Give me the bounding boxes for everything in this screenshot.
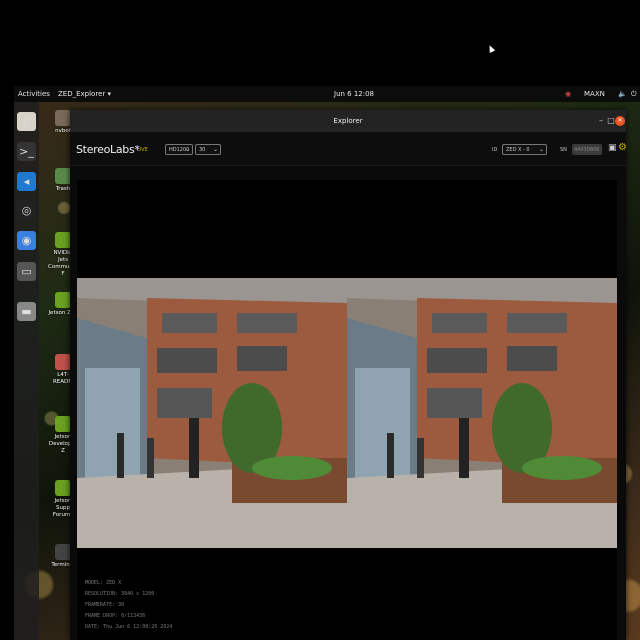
mouse-cursor (486, 44, 496, 53)
app-icon[interactable]: ▭ (17, 262, 36, 281)
nvidia-icon (55, 292, 71, 308)
resolution-text: RESOLUTION: 3840 x 1200 (85, 591, 155, 597)
framerate-text: FRAMERATE: 30 (85, 602, 125, 608)
app-menu[interactable]: ZED_Explorer ▾ (58, 90, 111, 98)
left-camera-image (77, 278, 347, 548)
terminal-icon[interactable]: >_ (17, 142, 36, 161)
minimize-button[interactable]: – (596, 116, 606, 126)
trash-icon (55, 168, 71, 184)
camera-select-value: ZED X - 0 (506, 147, 530, 153)
brand-logo: StereoLabs* (76, 143, 140, 156)
close-button[interactable]: × (615, 116, 625, 126)
video-view[interactable]: MODEL: ZED X RESOLUTION: 3840 x 1200 FRA… (77, 180, 617, 640)
system-status-icons[interactable]: 🔈 ⏻ (618, 90, 637, 99)
power-mode-indicator[interactable]: MAXN (584, 90, 605, 98)
home-folder-icon (55, 110, 71, 126)
serial-number-field: 44030806 (572, 144, 602, 155)
camera-info-panel: MODEL: ZED X RESOLUTION: 3840 x 1200 FRA… (85, 578, 172, 633)
resolution-select[interactable]: HD1200 ⌄ (165, 144, 193, 155)
window-title: Explorer (333, 117, 363, 125)
folder-icon (55, 354, 71, 370)
drive-icon[interactable]: ▬ (17, 302, 36, 321)
gear-icon[interactable]: ⚙ (618, 142, 627, 153)
activities-button[interactable]: Activities (18, 90, 50, 98)
nvidia-icon (55, 232, 71, 248)
clock[interactable]: Jun 6 12:08 (334, 90, 374, 98)
camera-icon[interactable]: ▣ (608, 143, 617, 153)
explorer-window: Explorer – □ × StereoLabs* LIVE HD1200 ⌄… (70, 110, 627, 640)
obs-icon[interactable]: ◎ (17, 201, 36, 220)
frame-drop-text: FRAME DROP: 0/113436 (85, 613, 146, 619)
files-icon[interactable]: ▯ (17, 112, 36, 131)
chevron-down-icon: ⌄ (212, 146, 218, 153)
nvidia-icon (55, 480, 71, 496)
date-text: DATE: Thu Jun 6 12:08:20 2024 (85, 624, 173, 630)
model-text: MODEL: ZED X (85, 580, 122, 586)
fps-value: 30 (199, 147, 206, 153)
title-bar[interactable]: Explorer – □ × (70, 110, 626, 132)
fps-select[interactable]: 30 ⌄ (195, 144, 221, 155)
chromium-icon[interactable]: ◉ (17, 231, 36, 250)
toolbar: StereoLabs* LIVE HD1200 ⌄ 30 ⌄ ID ZED X … (70, 132, 627, 166)
top-bar: Activities ZED_Explorer ▾ Jun 6 12:08 ◉ … (14, 86, 640, 102)
live-badge: LIVE (137, 147, 148, 153)
nvidia-icon (55, 416, 71, 432)
nvidia-status-icon[interactable]: ◉ (565, 90, 571, 98)
right-camera-image (347, 278, 617, 548)
chevron-down-icon: ⌄ (184, 146, 190, 153)
chevron-down-icon: ⌄ (538, 146, 544, 153)
desktop: Activities ZED_Explorer ▾ Jun 6 12:08 ◉ … (14, 86, 640, 640)
dock: ▯ >_ ◂ ◎ ◉ ▭ ▬ (14, 102, 39, 640)
camera-select[interactable]: ZED X - 0 ⌄ (502, 144, 547, 155)
vscode-icon[interactable]: ◂ (17, 172, 36, 191)
serial-number-label: SN (560, 147, 567, 153)
terminal-icon (55, 544, 71, 560)
camera-id-label: ID (492, 147, 498, 153)
